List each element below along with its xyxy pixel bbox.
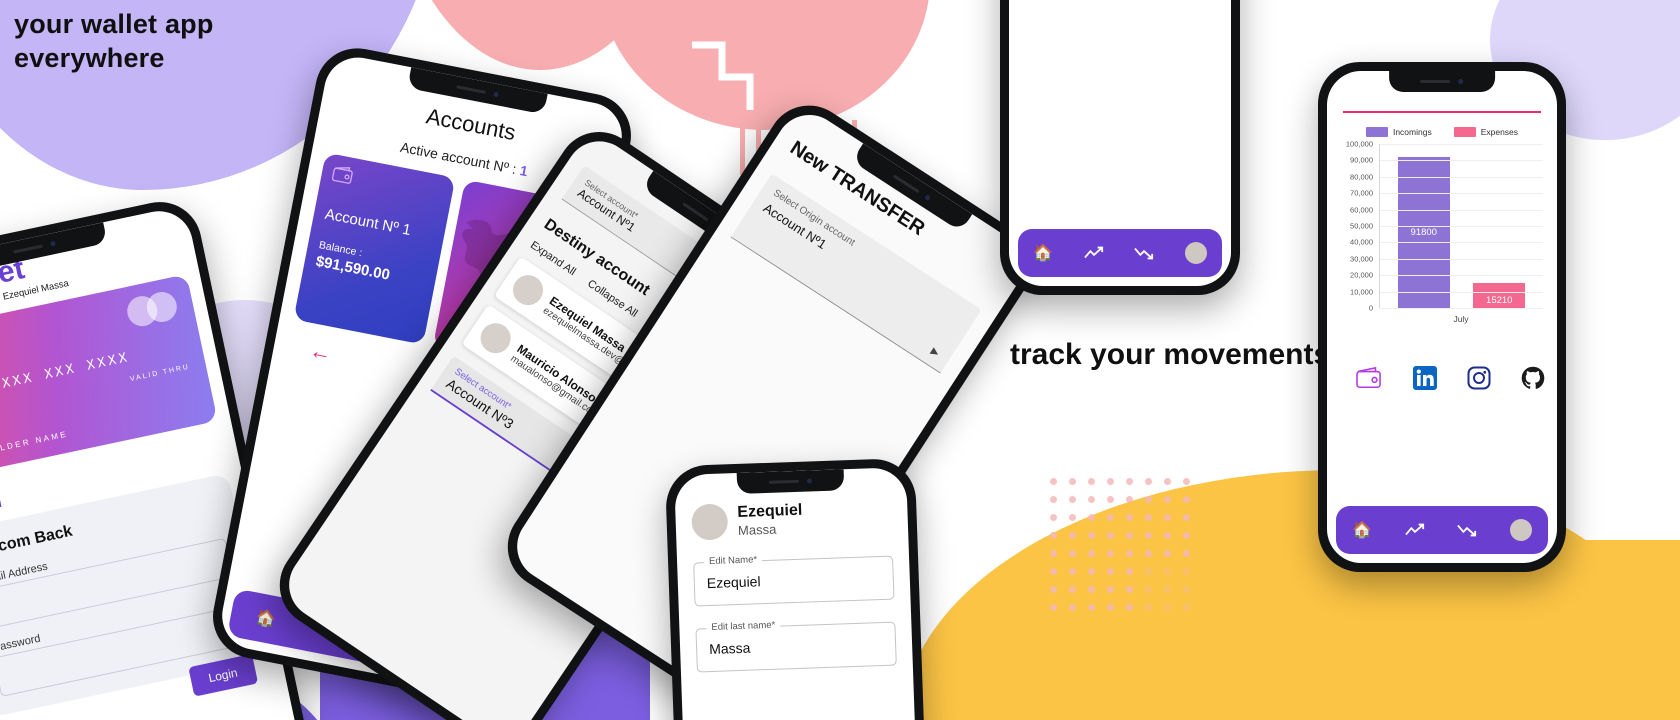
chart-y-tick: 70,000 bbox=[1350, 188, 1373, 198]
home-icon[interactable]: 🏠 bbox=[254, 607, 278, 630]
profile-screen: Ezequiel Massa Edit Name* Ezequiel Edit … bbox=[674, 467, 920, 720]
chart-y-tick: 80,000 bbox=[1350, 172, 1373, 182]
trending-down-icon[interactable] bbox=[1457, 523, 1477, 537]
caret-down-icon[interactable]: ▶ bbox=[929, 346, 941, 359]
trending-up-icon[interactable] bbox=[1083, 246, 1104, 260]
profile-avatar-icon[interactable] bbox=[1184, 242, 1207, 264]
card-valid-thru: VALID THRU bbox=[129, 363, 191, 384]
chart-y-axis: 100,000 90,000 80,000 70,000 60,000 50,000 40,… bbox=[1333, 140, 1377, 313]
wallet-icon bbox=[1355, 366, 1383, 390]
wallet-icon bbox=[330, 163, 355, 186]
chart-gridline bbox=[1380, 291, 1543, 293]
legend-swatch-expenses bbox=[1453, 127, 1476, 137]
transactions-screen: 13 $15,000.00 Netflix 19/ 13: 11 $90,000… bbox=[1009, 0, 1231, 286]
trending-up-icon[interactable] bbox=[1404, 523, 1425, 537]
edit-last-name-value: Massa bbox=[708, 639, 751, 658]
chart-gridline bbox=[1380, 275, 1543, 277]
chart-y-tick: 10,000 bbox=[1350, 287, 1373, 297]
phone-mockup-chart: Incomings Expenses 100,000 90,000 80,000 70… bbox=[1318, 62, 1566, 572]
account-card-heading: Account Nº 1 bbox=[324, 206, 413, 239]
bar-incomings: 91800 bbox=[1397, 157, 1450, 308]
avatar-icon bbox=[474, 317, 517, 360]
profile-avatar-icon[interactable] bbox=[1509, 519, 1532, 541]
chart-y-tick: 30,000 bbox=[1350, 254, 1373, 264]
poster-canvas: your wallet app everywhere track your mo… bbox=[0, 0, 1680, 720]
bottom-navigation: 🏠 bbox=[1018, 229, 1222, 277]
footer-links bbox=[1327, 324, 1557, 390]
trending-down-icon[interactable] bbox=[1134, 246, 1154, 260]
login-button[interactable]: Login bbox=[187, 653, 259, 697]
phone-mockup-profile: Ezequiel Massa Edit Name* Ezequiel Edit … bbox=[664, 457, 930, 720]
card-holder-name: CARDHOLDER NAME bbox=[0, 429, 69, 463]
chart-y-tick: 100,000 bbox=[1345, 139, 1373, 149]
avatar-icon bbox=[691, 503, 729, 541]
legend-label-expenses: Expenses bbox=[1480, 127, 1519, 137]
account-card[interactable]: Account Nº 1 Balance : $91,590.00 bbox=[293, 152, 456, 345]
dot-grid-decoration bbox=[1050, 478, 1200, 618]
github-icon[interactable] bbox=[1521, 366, 1545, 390]
active-account-number: 1 bbox=[518, 162, 530, 180]
chart-gridline bbox=[1380, 226, 1543, 227]
profile-last-name: Massa bbox=[737, 521, 777, 538]
legend-item-expenses: Expenses bbox=[1453, 127, 1519, 137]
bar-label-expenses: 15210 bbox=[1486, 294, 1513, 306]
edit-name-field[interactable]: Edit Name* Ezequiel bbox=[693, 554, 895, 607]
legend-item-incomings: Incomings bbox=[1365, 127, 1432, 137]
zigzag-decoration bbox=[690, 40, 770, 115]
headline-right: track your movements bbox=[1010, 338, 1331, 371]
chart-y-tick: 20,000 bbox=[1350, 270, 1373, 280]
edit-name-label: Edit Name* bbox=[703, 554, 763, 568]
chart-y-tick: 90,000 bbox=[1350, 155, 1373, 165]
chart-gridline bbox=[1380, 258, 1543, 260]
bar-label-incomings: 91800 bbox=[1410, 226, 1437, 238]
edit-last-name-field[interactable]: Edit last name* Massa bbox=[695, 619, 897, 673]
chart-y-tick: 50,000 bbox=[1350, 221, 1373, 231]
legend-label-incomings: Incomings bbox=[1392, 127, 1432, 137]
chart-gridline bbox=[1380, 209, 1543, 211]
chart-legend: Incomings Expenses bbox=[1327, 127, 1557, 137]
phone-mockup-transactions: 13 $15,000.00 Netflix 19/ 13: 11 $90,000… bbox=[1000, 0, 1240, 295]
bar-expenses: 15210 bbox=[1473, 283, 1526, 308]
account-card-title: Account Nº bbox=[323, 205, 401, 237]
headline-left: your wallet app everywhere bbox=[14, 9, 214, 73]
phone-notch bbox=[736, 469, 845, 494]
account-card-number: 1 bbox=[400, 220, 413, 240]
chart-gridline bbox=[1380, 193, 1543, 195]
edit-last-name-label: Edit last name* bbox=[706, 619, 781, 634]
instagram-icon[interactable] bbox=[1467, 366, 1491, 390]
avatar-icon bbox=[507, 269, 549, 311]
chart-gridline bbox=[1380, 176, 1543, 178]
chart-gridline bbox=[1380, 308, 1543, 309]
chart-y-tick: 0 bbox=[1368, 303, 1373, 313]
chart-y-tick: 60,000 bbox=[1350, 205, 1373, 215]
edit-name-value: Ezequiel bbox=[706, 573, 761, 592]
bar-chart: 100,000 90,000 80,000 70,000 60,000 50,000 40,… bbox=[1333, 140, 1547, 324]
chart-gridline bbox=[1380, 160, 1543, 162]
chart-x-label: July bbox=[1453, 314, 1469, 324]
chart-gridline bbox=[1380, 242, 1543, 244]
legend-swatch-incomings bbox=[1365, 127, 1388, 137]
accent-divider bbox=[1343, 111, 1541, 113]
home-icon[interactable]: 🏠 bbox=[1033, 243, 1053, 263]
chart-y-tick: 40,000 bbox=[1350, 237, 1373, 247]
card-number: XXXX XXXX XXX XXXX bbox=[0, 349, 132, 405]
bottom-navigation: 🏠 bbox=[1336, 506, 1548, 554]
phone-notch bbox=[1389, 71, 1495, 92]
chart-screen: Incomings Expenses 100,000 90,000 80,000 70… bbox=[1327, 71, 1557, 563]
linkedin-icon[interactable] bbox=[1413, 366, 1437, 390]
chart-gridline bbox=[1380, 144, 1543, 145]
profile-first-name: Ezequiel bbox=[737, 502, 803, 522]
home-icon[interactable]: 🏠 bbox=[1352, 520, 1372, 540]
origin-account-value: Account Nº1 bbox=[760, 200, 830, 252]
card-brand-icon bbox=[124, 289, 180, 329]
chart-plot-area: 91800 15210 bbox=[1379, 144, 1543, 309]
carousel-prev-arrow-icon[interactable]: ← bbox=[308, 337, 334, 366]
